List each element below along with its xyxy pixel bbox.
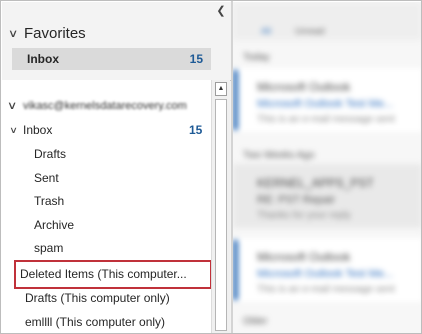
folder-label: spam [34,241,64,255]
group-header-older: Older [243,316,268,327]
favorites-inbox-count: 15 [189,52,203,66]
folder-tree: ∨ vikasc@kernelsdatarecovery.com ∨ Inbox… [1,80,212,333]
message-list-blurred: All Unread Today Microsoft Outlook Micro… [233,2,421,333]
unread-indicator [233,70,238,130]
folder-inbox-count: 15 [189,123,203,137]
message-from: Microsoft Outlook [257,250,351,264]
unread-indicator [233,240,238,300]
folder-scrollbar[interactable]: ▲ [211,80,230,333]
folder-drafts-local[interactable]: Drafts (This computer only) [25,288,170,308]
folder-trash[interactable]: Trash [34,191,64,211]
tab-all[interactable]: All [261,26,271,36]
folder-emllll-local[interactable]: emllll (This computer only) [25,312,165,332]
account-name: vikasc@kernelsdatarecovery.com [23,99,187,111]
favorites-inbox[interactable]: Inbox 15 [12,48,211,70]
group-header-two-weeks: Two Weeks Ago [243,150,315,161]
message-subject: Microsoft Outlook Test Me... [257,268,394,280]
message-item[interactable]: Microsoft Outlook Microsoft Outlook Test… [233,238,421,302]
folder-inbox[interactable]: ∨ Inbox 15 [9,120,211,140]
folder-label: Drafts [34,147,67,161]
folder-deleted-items[interactable]: Deleted Items (This computer... [20,264,187,284]
favorites-inbox-label: Inbox [27,52,59,66]
message-list: All Unread Today Microsoft Outlook Micro… [233,2,421,333]
message-preview: Thanks for your reply [257,210,351,221]
folder-inbox-label: Inbox [23,123,53,137]
folder-spam[interactable]: spam [34,238,63,258]
message-item[interactable]: Microsoft Outlook Microsoft Outlook Test… [233,68,421,132]
message-from: KERNEL_APPS_PST [257,176,374,190]
message-preview: This is an e-mail message sent [257,114,395,125]
tab-unread[interactable]: Unread [295,26,325,36]
message-subject: Microsoft Outlook Test Me... [257,98,394,110]
folder-label: Deleted Items (This computer... [20,267,187,281]
folder-archive[interactable]: Archive [34,215,74,235]
message-from: Microsoft Outlook [257,80,351,94]
collapse-pane-chevron-left-icon[interactable]: ❮ [214,5,228,17]
folder-label: Sent [34,171,59,185]
chevron-down-icon[interactable]: ∨ [8,27,26,40]
scroll-thumb[interactable] [215,99,227,331]
message-item[interactable]: KERNEL_APPS_PST RE: PST Repair Thanks fo… [233,164,421,228]
scroll-up-arrow-icon[interactable]: ▲ [215,82,227,96]
folder-label: Drafts (This computer only) [25,291,170,305]
chevron-down-icon[interactable]: ∨ [9,125,25,136]
folder-label: Trash [34,194,65,208]
folder-label: emllll (This computer only) [25,315,166,329]
account-row[interactable]: ∨ vikasc@kernelsdatarecovery.com [7,96,191,114]
outlook-window: ❮ ∨ Favorites Inbox 15 ∨ vikasc@kernelsd… [0,0,422,334]
favorites-label: Favorites [24,24,86,42]
folder-label: Archive [34,218,75,232]
folder-sent[interactable]: Sent [34,168,59,188]
favorites-header[interactable]: ∨ Favorites [8,22,86,44]
folder-drafts[interactable]: Drafts [34,144,66,164]
message-preview: This is an e-mail message sent [257,284,395,295]
message-subject: RE: PST Repair [257,194,336,206]
message-filter-bar: All Unread [233,2,421,40]
group-header-today: Today [243,52,270,63]
